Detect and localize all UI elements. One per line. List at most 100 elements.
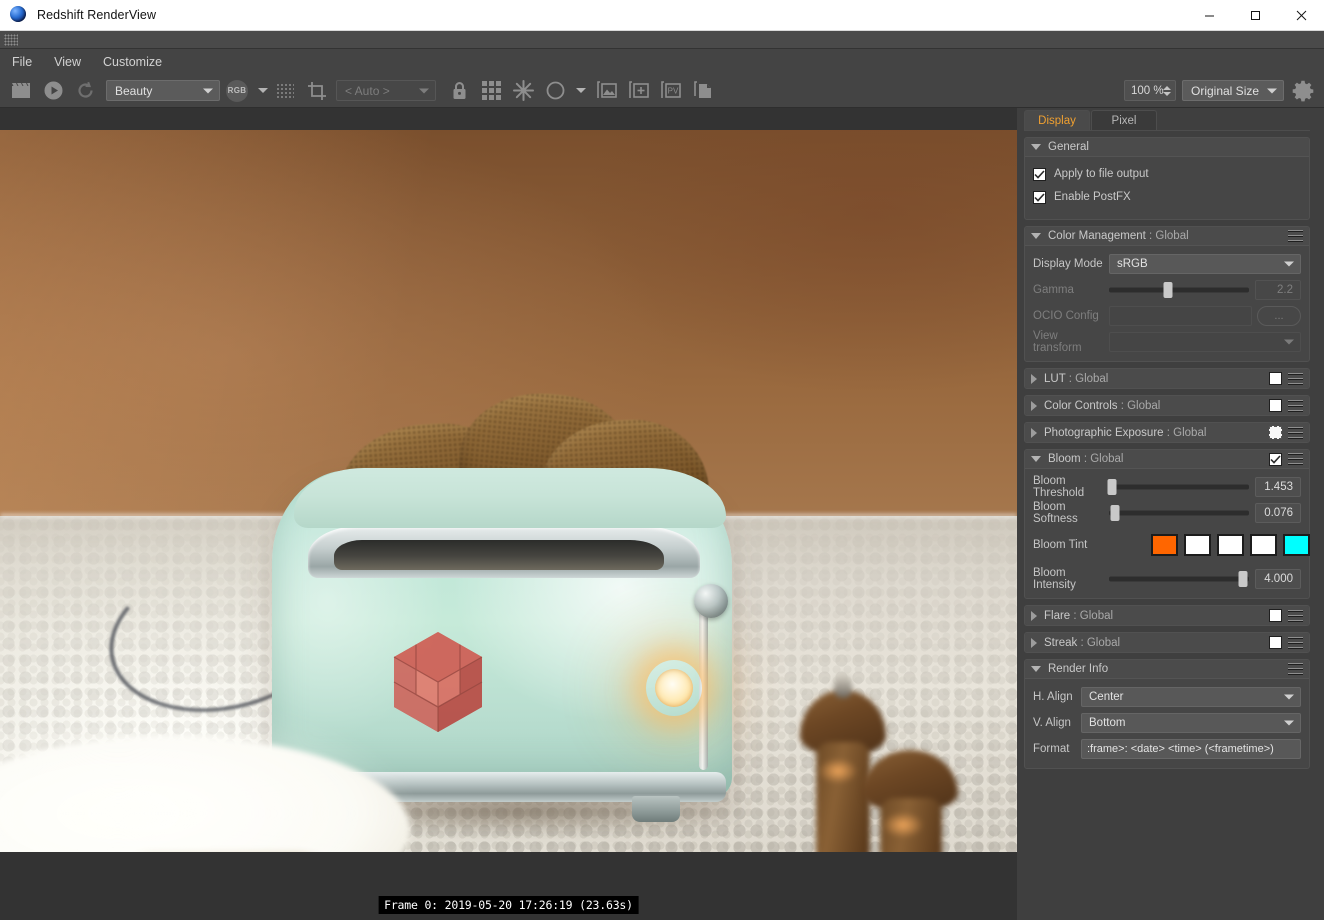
tab-pixel[interactable]: Pixel	[1091, 110, 1157, 130]
color-controls-enable-checkbox[interactable]	[1269, 399, 1282, 412]
triangle-right-icon[interactable]	[1031, 610, 1037, 621]
group-streak-title: Streak : Global	[1044, 637, 1265, 649]
bloom-tint-swatch-5[interactable]	[1283, 534, 1310, 556]
menubar: File View Customize	[0, 49, 1324, 74]
group-general-title: General	[1048, 141, 1089, 153]
zoom-stepper[interactable]: 100 %	[1124, 80, 1176, 101]
format-input[interactable]: :frame>: <date> <time> (<frametime>)	[1081, 738, 1301, 759]
group-bloom-header[interactable]: Bloom : Global	[1025, 450, 1309, 469]
menu-hamburger-icon[interactable]	[1288, 636, 1303, 649]
ocio-config-input[interactable]	[1109, 305, 1252, 326]
menu-item-view[interactable]: View	[44, 52, 91, 72]
h-align-select[interactable]: Center	[1081, 686, 1301, 707]
bloom-tint-swatch-4[interactable]	[1250, 534, 1277, 556]
group-render-info: Render Info H. Align Center V. Align Bot…	[1024, 659, 1310, 769]
streak-enable-checkbox[interactable]	[1269, 636, 1282, 649]
enable-postfx-label: Enable PostFX	[1054, 191, 1131, 203]
view-transform-select[interactable]	[1109, 331, 1301, 352]
ocio-browse-button[interactable]: ...	[1257, 305, 1301, 326]
v-align-select[interactable]: Bottom	[1081, 712, 1301, 733]
menu-item-customize[interactable]: Customize	[93, 52, 172, 72]
stepper-arrows-icon[interactable]	[1163, 85, 1171, 96]
group-color-management-header[interactable]: Color Management : Global	[1025, 227, 1309, 246]
bloom-tint-swatch-3[interactable]	[1217, 534, 1244, 556]
triangle-down-icon[interactable]	[1031, 233, 1041, 239]
grid-squares-icon[interactable]	[476, 77, 506, 105]
image-size-select[interactable]: Original Size	[1182, 80, 1284, 101]
group-flare-header[interactable]: Flare : Global	[1025, 606, 1309, 625]
triangle-down-icon[interactable]	[1031, 144, 1041, 150]
group-color-controls-header[interactable]: Color Controls : Global	[1025, 396, 1309, 415]
aov-select[interactable]: Beauty	[106, 80, 220, 101]
image-icon[interactable]	[592, 77, 622, 105]
bloom-softness-value[interactable]: 0.076	[1255, 502, 1301, 523]
gear-icon[interactable]	[1288, 77, 1318, 105]
group-photographic-exposure-header[interactable]: Photographic Exposure : Global	[1025, 423, 1309, 442]
gamma-value[interactable]: 2.2	[1255, 279, 1301, 300]
lut-enable-checkbox[interactable]	[1269, 372, 1282, 385]
grip-handle-icon[interactable]	[4, 34, 18, 46]
bloom-threshold-value[interactable]: 1.453	[1255, 476, 1301, 497]
apply-to-file-output-row[interactable]: Apply to file output	[1033, 164, 1301, 184]
minimize-button[interactable]	[1186, 0, 1232, 31]
enable-postfx-row[interactable]: Enable PostFX	[1033, 187, 1301, 207]
close-button[interactable]	[1278, 0, 1324, 31]
crop-icon[interactable]	[302, 77, 332, 105]
menu-hamburger-icon[interactable]	[1288, 426, 1303, 439]
triangle-down-icon[interactable]	[1031, 456, 1041, 462]
refresh-icon[interactable]	[70, 77, 100, 105]
apply-to-file-output-checkbox[interactable]	[1033, 167, 1046, 181]
triangle-right-icon[interactable]	[1031, 373, 1037, 384]
menu-hamburger-icon[interactable]	[1288, 609, 1303, 622]
circle-chevron-down-icon[interactable]	[576, 88, 586, 93]
render-viewport[interactable]: Frame 0: 2019-05-20 17:26:19 (23.63s)	[0, 108, 1017, 920]
lock-icon[interactable]	[444, 77, 474, 105]
group-color-management-title: Color Management : Global	[1048, 230, 1282, 242]
bloom-softness-slider[interactable]	[1109, 503, 1249, 523]
group-flare: Flare : Global	[1024, 605, 1310, 626]
dot-grid-icon[interactable]	[270, 77, 300, 105]
snowflake-icon[interactable]	[508, 77, 538, 105]
bloom-threshold-slider[interactable]	[1107, 477, 1249, 497]
triangle-down-icon[interactable]	[1031, 666, 1041, 672]
group-streak-header[interactable]: Streak : Global	[1025, 633, 1309, 652]
menu-hamburger-icon[interactable]	[1288, 399, 1303, 412]
triangle-right-icon[interactable]	[1031, 400, 1037, 411]
display-mode-select[interactable]: sRGB	[1109, 253, 1301, 274]
photographic-exposure-enable-checkbox[interactable]	[1269, 426, 1282, 439]
window-controls	[1186, 0, 1324, 31]
rgb-chevron-down-icon[interactable]	[258, 88, 268, 93]
bloom-tint-swatch-1[interactable]	[1151, 534, 1178, 556]
circle-icon[interactable]	[540, 77, 570, 105]
group-color-management-name: Color Management	[1048, 230, 1146, 242]
group-general-header[interactable]: General	[1025, 138, 1309, 157]
rgb-badge: RGB	[226, 79, 248, 102]
menu-hamburger-icon[interactable]	[1288, 230, 1303, 242]
triangle-right-icon[interactable]	[1031, 427, 1037, 438]
play-icon[interactable]	[38, 77, 68, 105]
add-image-icon[interactable]	[624, 77, 654, 105]
group-render-info-header[interactable]: Render Info	[1025, 660, 1309, 679]
pv-icon[interactable]: PV	[656, 77, 686, 105]
menu-item-file[interactable]: File	[2, 52, 42, 72]
triangle-right-icon[interactable]	[1031, 637, 1037, 648]
flare-enable-checkbox[interactable]	[1269, 609, 1282, 622]
bloom-intensity-value[interactable]: 4.000	[1255, 568, 1301, 589]
copy-icon[interactable]	[688, 77, 718, 105]
crop-region-select[interactable]: < Auto >	[336, 80, 436, 101]
bloom-tint-swatch-2[interactable]	[1184, 534, 1211, 556]
group-lut-header[interactable]: LUT : Global	[1025, 369, 1309, 388]
rgb-channel-button[interactable]: RGB	[222, 77, 252, 105]
toolbar-drag-strip[interactable]	[0, 31, 1324, 49]
gamma-slider[interactable]	[1109, 280, 1249, 300]
rendered-image[interactable]	[0, 130, 1017, 852]
menu-hamburger-icon[interactable]	[1288, 453, 1303, 465]
maximize-button[interactable]	[1232, 0, 1278, 31]
tab-display[interactable]: Display	[1024, 110, 1090, 130]
bloom-intensity-slider[interactable]	[1109, 569, 1249, 589]
enable-postfx-checkbox[interactable]	[1033, 190, 1046, 204]
menu-hamburger-icon[interactable]	[1288, 372, 1303, 385]
bloom-enable-checkbox[interactable]	[1269, 452, 1282, 466]
render-clapperboard-icon[interactable]	[6, 77, 36, 105]
menu-hamburger-icon[interactable]	[1288, 663, 1303, 675]
